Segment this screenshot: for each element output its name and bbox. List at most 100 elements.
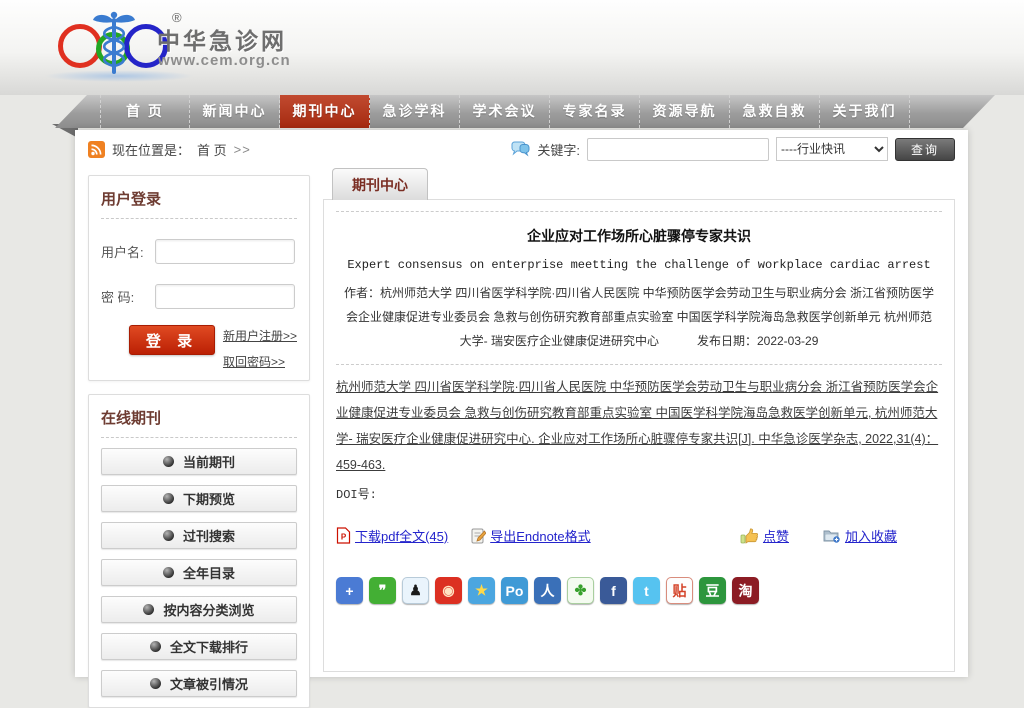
topbar: 现在位置是： 首 页 >> 关键字: ----行业快讯 查询 [88,130,955,168]
article-authors: 作者：杭州师范大学 四川省医学科学院·四川省人民医院 中华预防医学会劳动卫生与职… [336,281,942,353]
share-icon-glyph: ★ [475,582,488,599]
register-link[interactable]: 新用户注册>> [223,327,297,344]
share-icon-glyph: + [345,583,353,599]
wechat-icon[interactable]: ❞ [369,577,396,604]
search-submit-button[interactable]: 查询 [895,138,955,161]
journal-menu-button[interactable]: 按内容分类浏览 [101,596,297,623]
tab-journal-center[interactable]: 期刊中心 [332,168,428,200]
renren-icon[interactable]: 人 [534,577,561,604]
nav-item[interactable]: 首 页 [100,95,190,128]
article-panel: 企业应对工作场所心脏骤停专家共识 Expert consensus on ent… [323,199,955,672]
share-icon-glyph: ◉ [442,582,454,599]
sina-weibo-icon[interactable]: ◉ [435,577,462,604]
site-url: www.cem.org.cn [158,52,291,69]
nav-item[interactable]: 急救自救 [730,95,820,128]
bshare-plus-icon[interactable]: + [336,577,363,604]
download-pdf-action[interactable]: P 下载pdf全文(45) [336,526,448,545]
search-input[interactable] [587,138,769,161]
search-bar: 关键字: ----行业快讯 查询 [511,137,955,161]
caduceus-icon [91,10,137,76]
journal-menu-label: 全年目录 [183,563,235,582]
journal-menu-button[interactable]: 当前期刊 [101,448,297,475]
main-navigation: 首 页 新闻中心 期刊中心 急诊学科 学术会议 专家名录 资源导航 急救自救 关… [55,95,995,128]
login-links: 新用户注册>> 取回密码>> [223,325,297,370]
nav-item[interactable]: 关于我们 [820,95,910,128]
journal-menu-button[interactable]: 下期预览 [101,485,297,512]
facebook-icon[interactable]: f [600,577,627,604]
share-icon-glyph: Po [506,583,524,599]
publish-date-label: 发布日期： [697,334,757,348]
like-action[interactable]: 点赞 [740,526,789,545]
online-journal-title: 在线期刊 [101,405,297,438]
breadcrumb-home-link[interactable]: 首 页 [197,140,227,159]
main-content: 期刊中心 企业应对工作场所心脏骤停专家共识 Expert consensus o… [323,168,955,668]
share-icon-row: + ❞ ♟ ◉ [336,577,942,604]
download-pdf-link[interactable]: 下载pdf全文(45) [355,526,448,545]
article-actions: P 下载pdf全文(45) 导出Endnote格式 [336,526,942,545]
login-panel-title: 用户登录 [101,186,297,219]
svg-text:P: P [341,533,347,542]
recover-password-link[interactable]: 取回密码>> [223,353,285,370]
douban-icon[interactable]: 豆 [699,577,726,604]
authors-text: 杭州师范大学 四川省医学科学院·四川省人民医院 中华预防医学会劳动卫生与职业病分… [346,286,934,348]
login-button[interactable]: 登 录 [129,325,215,355]
divider-top [336,211,942,212]
online-journal-panel: 在线期刊 当前期刊 下期预览 [88,394,310,708]
export-endnote-action[interactable]: 导出Endnote格式 [470,526,590,545]
nav-item[interactable]: 新闻中心 [190,95,280,128]
authors-label: 作者： [344,286,380,300]
page-content: 现在位置是： 首 页 >> 关键字: ----行业快讯 查询 用户登录 用户名: [75,130,968,677]
nav-item[interactable]: 资源导航 [640,95,730,128]
breadcrumb-label: 现在位置是： [112,140,190,159]
taojianghu-icon[interactable]: 淘 [732,577,759,604]
journal-menu-button[interactable]: 全年目录 [101,559,297,586]
add-favorite-icon [823,528,841,543]
password-field[interactable] [155,284,295,309]
share-icon-glyph: 贴 [673,581,687,601]
like-link[interactable]: 点赞 [763,526,789,545]
download-actions: P 下载pdf全文(45) 导出Endnote格式 [336,526,591,545]
search-category-select[interactable]: ----行业快讯 [776,137,888,161]
qzone-icon[interactable]: ★ [468,577,495,604]
export-endnote-link[interactable]: 导出Endnote格式 [490,526,590,545]
site-header: ® 中华急诊网 www.cem.org.cn [0,0,1024,95]
journal-menu-button[interactable]: 文章被引情况 [101,670,297,697]
twitter-icon[interactable]: t [633,577,660,604]
password-row: 密 码: [101,284,297,309]
journal-menu-label: 过刊搜索 [183,526,235,545]
breadcrumb-arrow: >> [234,142,251,157]
share-icon-glyph: ❞ [379,582,387,599]
tencent-weibo-icon[interactable]: Po [501,577,528,604]
favorite-action[interactable]: 加入收藏 [823,526,897,545]
bullet-icon [163,493,174,504]
username-field[interactable] [155,239,295,264]
journal-menu-button[interactable]: 过刊搜索 [101,522,297,549]
bullet-icon [163,530,174,541]
favorite-link[interactable]: 加入收藏 [845,526,897,545]
breadcrumb: 现在位置是： 首 页 >> [88,140,251,159]
endnote-export-icon [470,528,486,544]
doi-label: DOI号: [336,485,942,502]
nav-item[interactable]: 急诊学科 [370,95,460,128]
bullet-icon [143,604,154,615]
keyword-label: 关键字: [537,140,580,159]
journal-menu: 当前期刊 下期预览 过刊搜索 [101,448,297,697]
nav-item[interactable]: 学术会议 [460,95,550,128]
bullet-icon [150,678,161,689]
divider-mid [336,364,942,365]
qq-icon[interactable]: ♟ [402,577,429,604]
nav-item[interactable]: 专家名录 [550,95,640,128]
journal-menu-button[interactable]: 全文下载排行 [101,633,297,660]
share-icon-glyph: ♟ [409,582,422,599]
article-title-en: Expert consensus on enterprise meetting … [336,258,942,272]
rss-icon [88,141,105,158]
journal-menu-label: 全文下载排行 [170,637,248,656]
article-citation[interactable]: 杭州师范大学 四川省医学科学院·四川省人民医院 中华预防医学会劳动卫生与职业病分… [336,374,942,478]
baidu-tieba-icon[interactable]: 贴 [666,577,693,604]
thumbs-up-icon [740,527,759,544]
chat-bubble-icon [511,141,530,157]
nav-item[interactable]: 期刊中心 [280,95,370,128]
kaixin-icon[interactable]: ✤ [567,577,594,604]
share-icon-glyph: 淘 [739,581,753,601]
bullet-icon [150,641,161,652]
